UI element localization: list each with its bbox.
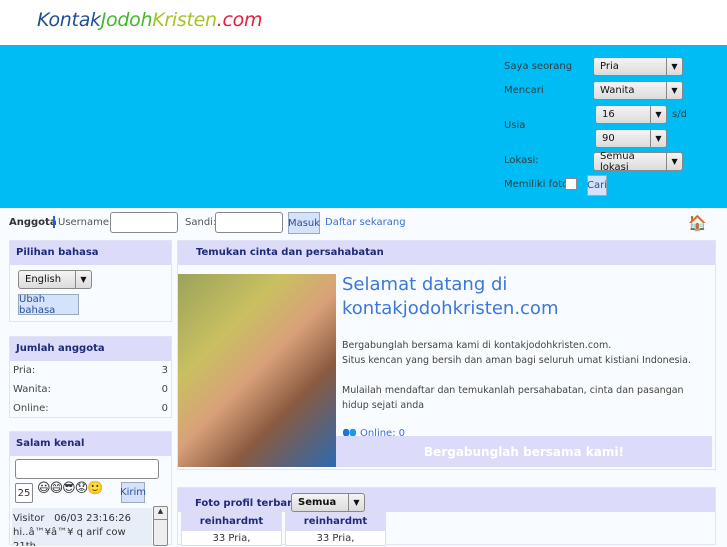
profile-name[interactable]: reinhardmt: [286, 513, 385, 531]
row-value: 0: [161, 384, 168, 395]
grin-icon[interactable]: 😄: [50, 481, 64, 496]
divider: [53, 216, 55, 228]
logo-part: Kontak: [37, 9, 101, 31]
welcome-text: Bergabunglah bersama kami di kontakjodoh…: [342, 338, 712, 413]
location-select[interactable]: Semua lokasi ▼: [593, 150, 683, 173]
gender-select[interactable]: Pria ▼: [593, 57, 683, 76]
username-input[interactable]: [110, 212, 178, 233]
logo-part: .com: [216, 9, 263, 31]
location-value: Semua lokasi: [600, 150, 635, 173]
profile-card[interactable]: reinhardmt 33 Pria,: [181, 512, 282, 546]
row-label: Wanita:: [13, 384, 51, 395]
member-row: Pria: 3: [10, 361, 171, 380]
couple-photo: [178, 274, 336, 467]
username-label: Username:: [58, 217, 113, 228]
language-panel: Pilihan bahasa English ▼ Ubah bahasa: [9, 240, 172, 322]
login-button[interactable]: Masuk: [288, 212, 320, 234]
age-to-select[interactable]: 90 ▼: [595, 129, 667, 148]
logo-part: Kristen: [152, 9, 217, 31]
password-label: Sandi:: [185, 217, 217, 228]
profile-card[interactable]: reinhardmt 33 Pria,: [285, 512, 386, 546]
chevron-down-icon: ▼: [75, 271, 91, 288]
home-icon[interactable]: 🏠: [688, 214, 707, 232]
seeking-select[interactable]: Wanita ▼: [593, 81, 683, 100]
member-row: Wanita: 0: [10, 380, 171, 399]
message-header: Visitor 06/03 23:16:26: [13, 513, 131, 524]
logo-part: Jodoh: [100, 9, 153, 31]
join-button[interactable]: Bergabunglah bersama kami!: [336, 436, 712, 467]
welcome-panel: Temukan cinta dan persahabatan Selamat d…: [177, 240, 716, 470]
cool-icon[interactable]: 😎: [62, 481, 76, 496]
row-value: 3: [161, 365, 168, 376]
member-count-title: Jumlah anggota: [10, 337, 171, 361]
row-label: Pria:: [13, 365, 36, 376]
age-label: Usia: [504, 120, 526, 131]
welcome-tab: Temukan cinta dan persahabatan: [178, 241, 715, 265]
photo-checkbox[interactable]: [565, 178, 577, 190]
member-row: Online: 0: [10, 399, 171, 418]
register-link[interactable]: Daftar sekarang: [325, 217, 406, 228]
happy-icon[interactable]: 🙂: [87, 481, 103, 496]
gender-label: Saya seorang: [504, 61, 573, 72]
chevron-down-icon: ▼: [348, 494, 364, 511]
message-text: hi..â™¥â™¥ q arif cow 21th: [13, 527, 126, 546]
row-label: Online:: [13, 403, 49, 414]
welcome-line: Bergabunglah bersama kami di kontakjodoh…: [342, 340, 612, 351]
welcome-line: Situs kencan yang bersih dan aman bagi s…: [342, 355, 691, 366]
seeking-label: Mencari: [504, 85, 544, 96]
search-button[interactable]: Cari: [587, 175, 607, 196]
age-from-value: 16: [602, 109, 615, 120]
seeking-value: Wanita: [600, 85, 635, 96]
age-separator: s/d: [672, 109, 687, 120]
member-count-panel: Jumlah anggota Pria: 3 Wanita: 0 Online: 0: [9, 336, 172, 418]
chevron-down-icon: ▼: [650, 130, 666, 147]
chat-input[interactable]: [15, 459, 159, 479]
site-logo[interactable]: KontakJodohKristen.com: [37, 9, 262, 31]
latest-photos-panel: Foto profil terbaru Semua ▼ reinhardmt 33 …: [177, 487, 716, 546]
scroll-up-icon[interactable]: ▲: [154, 507, 167, 520]
chevron-down-icon: ▼: [666, 153, 682, 170]
photo-label: Memiliki foto: [504, 179, 569, 190]
profile-name[interactable]: reinhardmt: [182, 513, 281, 531]
age-to-value: 90: [602, 133, 615, 144]
password-input[interactable]: [215, 212, 283, 233]
chat-messages: Visitor 06/03 23:16:26 hi..â™¥â™¥ q arif…: [12, 508, 152, 546]
location-label: Lokasi:: [504, 155, 539, 166]
chevron-down-icon: ▼: [666, 58, 682, 75]
chevron-down-icon: ▼: [650, 106, 666, 123]
sad-icon[interactable]: 😟: [75, 481, 89, 496]
chat-panel: Salam kenal 25 😃😄😎😟🙂 Kirim Visitor 06/03…: [9, 431, 172, 546]
age-from-select[interactable]: 16 ▼: [595, 105, 667, 124]
chevron-down-icon: ▼: [666, 82, 682, 99]
members-label: Anggota: [9, 217, 57, 228]
language-title: Pilihan bahasa: [10, 241, 171, 265]
smile-icon[interactable]: 😃: [37, 481, 51, 496]
language-select[interactable]: English ▼: [18, 270, 92, 289]
language-value: English: [25, 274, 62, 285]
row-value: 0: [161, 403, 168, 414]
char-counter: 25: [15, 483, 33, 503]
send-button[interactable]: Kirim: [120, 482, 146, 503]
welcome-line: Mulailah mendaftar dan temukanlah persah…: [342, 385, 684, 411]
gender-value: Pria: [600, 61, 619, 72]
latest-photos-title: Foto profil terbaru: [195, 498, 300, 509]
filter-value: Semua: [298, 497, 337, 508]
smiley-icons[interactable]: 😃😄😎😟🙂: [37, 481, 103, 496]
chat-title: Salam kenal: [10, 432, 171, 456]
chat-scrollbar[interactable]: ▲: [153, 506, 168, 546]
photo-filter-select[interactable]: Semua ▼: [291, 493, 365, 512]
change-language-button[interactable]: Ubah bahasa: [18, 294, 79, 316]
welcome-title: Selamat datang di kontakjodohkristen.com: [342, 274, 559, 319]
